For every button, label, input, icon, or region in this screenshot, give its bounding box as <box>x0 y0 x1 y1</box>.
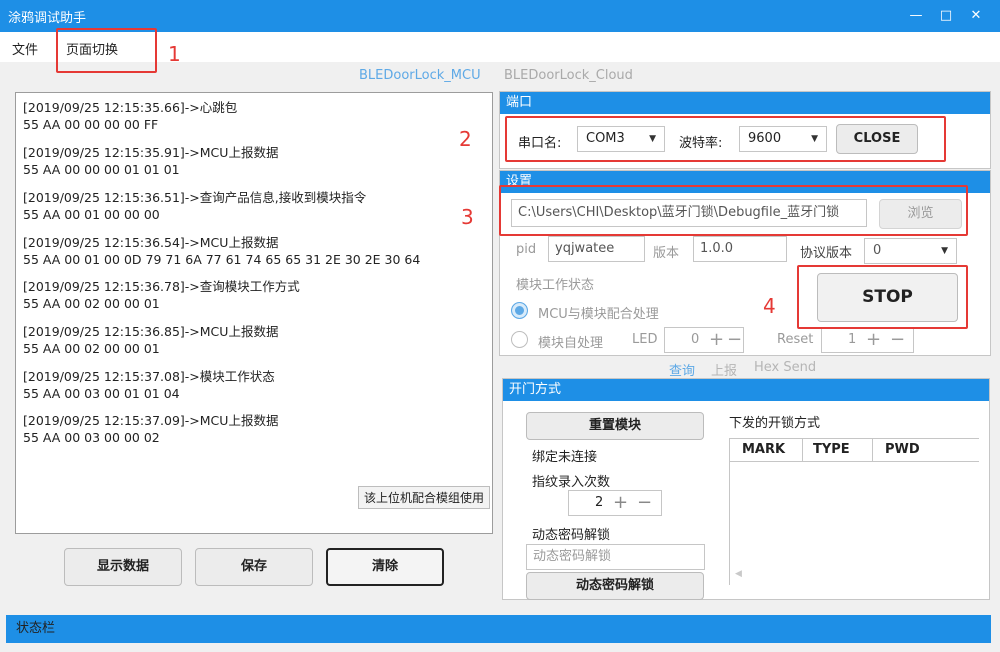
annotation-box-4 <box>797 265 968 329</box>
minus-icon[interactable]: − <box>727 328 742 352</box>
log-entry-time: [2019/09/25 12:15:37.09]->MCU上报数据 <box>23 413 279 428</box>
plus-icon[interactable]: + <box>613 491 628 515</box>
status-bar: 状态栏 <box>6 615 991 643</box>
minimize-icon[interactable]: — <box>904 4 928 28</box>
version-field[interactable]: 1.0.0 <box>693 236 787 262</box>
pid-label: pid <box>516 242 537 257</box>
fingerprint-value: 2 <box>595 495 604 510</box>
log-entry-time: [2019/09/25 12:15:35.91]->MCU上报数据 <box>23 145 279 160</box>
led-label: LED <box>632 332 658 347</box>
tab-hex-send[interactable]: Hex Send <box>754 360 816 375</box>
tab-query[interactable]: 查询 <box>669 360 695 379</box>
reset-value: 1 <box>848 332 857 347</box>
annotation-box-3 <box>499 185 968 236</box>
log-entry-hex: 55 AA 00 01 00 0D 79 71 6A 77 61 74 65 6… <box>23 252 421 267</box>
annotation-number-4: 4 <box>763 294 776 318</box>
log-entry: [2019/09/25 12:15:36.54]->MCU上报数据 55 AA … <box>23 234 420 268</box>
log-entry: [2019/09/25 12:15:36.78]->查询模块工作方式 55 AA… <box>23 278 300 312</box>
minus-icon[interactable]: − <box>890 328 905 352</box>
log-entry: [2019/09/25 12:15:36.51]->查询产品信息,接收到模块指令… <box>23 189 366 223</box>
log-entry: [2019/09/25 12:15:36.85]->MCU上报数据 55 AA … <box>23 323 278 357</box>
log-entry-hex: 55 AA 00 02 00 00 01 <box>23 296 160 311</box>
log-entry: [2019/09/25 12:15:35.91]->MCU上报数据 55 AA … <box>23 144 278 178</box>
menu-file[interactable]: 文件 <box>12 39 38 58</box>
radio-mcu-label: MCU与模块配合处理 <box>538 307 659 322</box>
fingerprint-label: 指纹录入次数 <box>532 475 611 490</box>
log-entry-time: [2019/09/25 12:15:36.78]->查询模块工作方式 <box>23 279 300 294</box>
window-title: 涂鸦调试助手 <box>8 11 87 26</box>
door-header: 开门方式 <box>503 379 989 401</box>
radio-self[interactable] <box>511 331 528 348</box>
dynamic-pwd-button[interactable]: 动态密码解锁 <box>526 572 704 600</box>
reset-label: Reset <box>777 332 814 347</box>
plus-icon[interactable]: + <box>866 328 881 352</box>
protocol-select[interactable]: 0 ▼ <box>864 238 957 264</box>
tab-report[interactable]: 上报 <box>711 360 737 379</box>
show-data-button[interactable]: 显示数据 <box>64 548 182 586</box>
log-entry-time: [2019/09/25 12:15:36.85]->MCU上报数据 <box>23 324 279 339</box>
led-stepper[interactable]: 0 + − <box>664 327 744 353</box>
scroll-left-icon[interactable]: ◀ <box>735 569 742 579</box>
pid-field[interactable]: yqjwatee <box>548 236 645 262</box>
clear-button[interactable]: 清除 <box>326 548 444 586</box>
port-header: 端口 <box>500 92 990 114</box>
module-usage-tag: 该上位机配合模组使用 <box>357 486 490 509</box>
fingerprint-stepper[interactable]: 2 + − <box>568 490 662 516</box>
plus-icon[interactable]: + <box>709 328 724 352</box>
protocol-label: 协议版本 <box>800 246 853 261</box>
log-entry-time: [2019/09/25 12:15:35.66]->心跳包 <box>23 100 238 115</box>
annotation-number-3: 3 <box>461 205 474 229</box>
log-entry-hex: 55 AA 00 02 00 00 01 <box>23 341 160 356</box>
column-type[interactable]: TYPE <box>813 442 850 457</box>
save-button[interactable]: 保存 <box>195 548 313 586</box>
dynamic-pwd-input[interactable]: 动态密码解锁 <box>526 544 705 570</box>
log-entry-hex: 55 AA 00 00 00 01 01 01 <box>23 162 180 177</box>
maximize-icon[interactable]: □ <box>934 4 958 28</box>
version-label: 版本 <box>653 246 680 261</box>
log-entry-hex: 55 AA 00 03 00 00 02 <box>23 430 160 445</box>
column-divider <box>802 439 803 461</box>
log-entry: [2019/09/25 12:15:37.08]->模块工作状态 55 AA 0… <box>23 368 275 402</box>
annotation-box-1 <box>56 28 157 73</box>
work-state-label: 模块工作状态 <box>516 278 595 293</box>
log-entry-time: [2019/09/25 12:15:36.51]->查询产品信息,接收到模块指令 <box>23 190 367 205</box>
close-icon[interactable]: ✕ <box>964 4 988 28</box>
log-entry-hex: 55 AA 00 03 00 01 01 04 <box>23 386 180 401</box>
log-entry: [2019/09/25 12:15:37.09]->MCU上报数据 55 AA … <box>23 412 278 446</box>
protocol-value: 0 <box>873 243 882 258</box>
annotation-number-1: 1 <box>168 42 181 66</box>
log-entry-hex: 55 AA 00 00 00 00 FF <box>23 117 159 132</box>
log-panel[interactable]: [2019/09/25 12:15:35.66]->心跳包 55 AA 00 0… <box>15 92 493 534</box>
chevron-down-icon: ▼ <box>941 246 948 256</box>
log-entry-time: [2019/09/25 12:15:36.54]->MCU上报数据 <box>23 235 279 250</box>
bind-status: 绑定未连接 <box>532 450 598 465</box>
radio-mcu[interactable] <box>511 302 528 319</box>
annotation-number-2: 2 <box>459 127 472 151</box>
log-entry-time: [2019/09/25 12:15:37.08]->模块工作状态 <box>23 369 275 384</box>
log-entry: [2019/09/25 12:15:35.66]->心跳包 55 AA 00 0… <box>23 99 237 133</box>
column-divider <box>872 439 873 461</box>
minus-icon[interactable]: − <box>637 491 652 515</box>
reset-stepper[interactable]: 1 + − <box>821 327 914 353</box>
unlock-methods-header: MARK TYPE PWD <box>729 438 979 462</box>
led-value: 0 <box>691 332 700 347</box>
column-pwd[interactable]: PWD <box>885 442 920 457</box>
tab-cloud[interactable]: BLEDoorLock_Cloud <box>504 68 633 83</box>
column-mark[interactable]: MARK <box>742 442 785 457</box>
annotation-box-2 <box>505 116 946 162</box>
reset-module-button[interactable]: 重置模块 <box>526 412 704 440</box>
tab-mcu[interactable]: BLEDoorLock_MCU <box>359 68 481 83</box>
dynamic-pwd-label: 动态密码解锁 <box>532 528 611 543</box>
log-entry-hex: 55 AA 00 01 00 00 00 <box>23 207 160 222</box>
radio-self-label: 模块自处理 <box>538 336 604 351</box>
unlock-methods-label: 下发的开锁方式 <box>729 416 821 431</box>
